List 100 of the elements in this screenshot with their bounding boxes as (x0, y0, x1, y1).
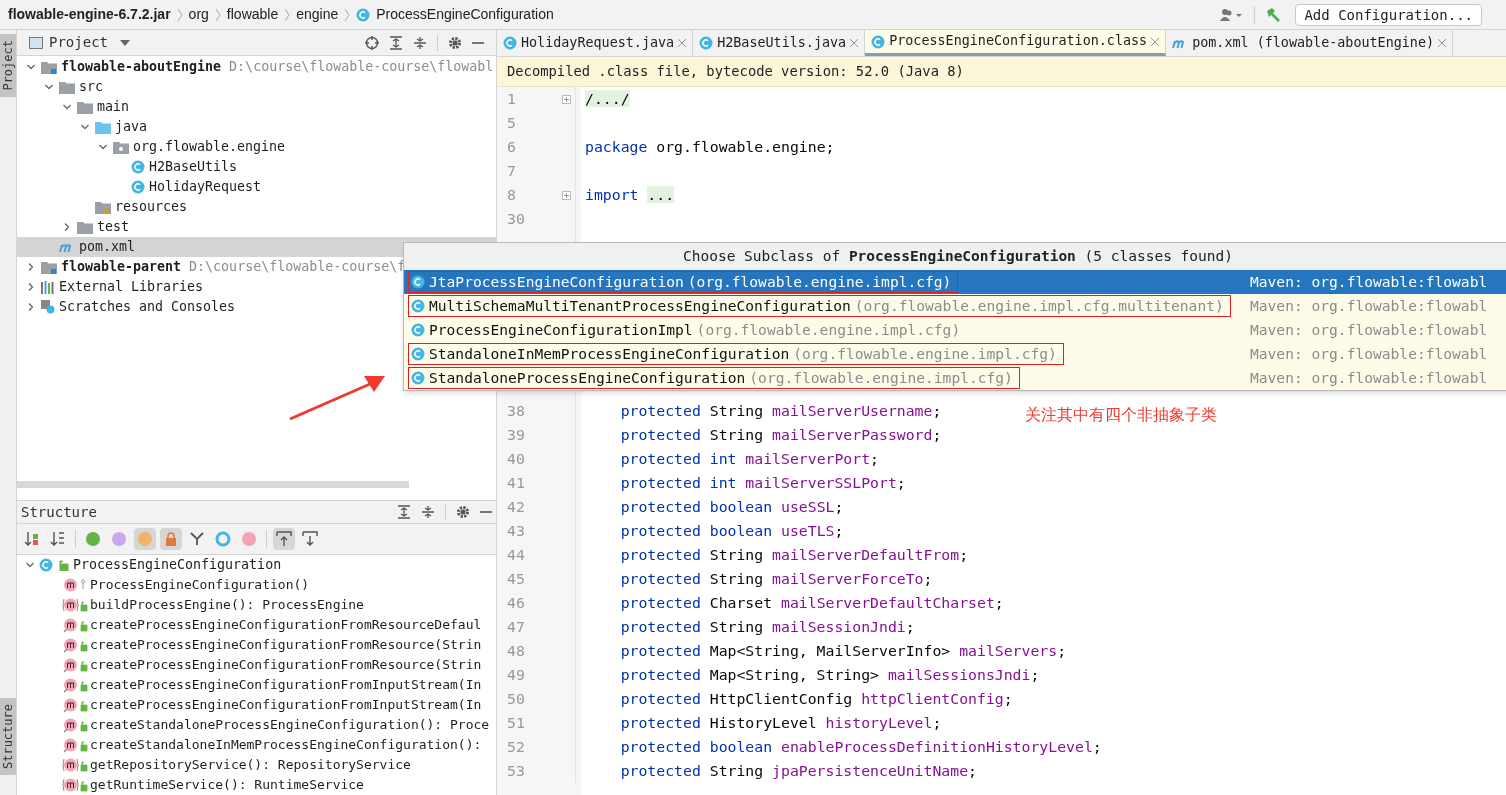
line-number: 47 (506, 616, 526, 637)
breadcrumb-item[interactable]: flowable (226, 4, 279, 25)
structure-member[interactable]: createProcessEngineConfigurationFromResourceDefaul (90, 615, 482, 635)
dropdown-caret-icon[interactable] (120, 39, 130, 46)
structure-member[interactable]: buildProcessEngine(): ProcessEngine (90, 595, 364, 615)
line-number: 7 (506, 160, 517, 181)
tree-item-label[interactable]: test (97, 217, 130, 237)
line-number: 43 (506, 520, 526, 541)
tree-item-label[interactable]: org.flowable.engine (133, 137, 286, 157)
class-icon (699, 36, 714, 50)
autoscroll-to-source-icon[interactable] (273, 528, 295, 550)
module-path: D:\course\flowable-course\flowabl (229, 58, 494, 77)
side-tab[interactable]: Structure (0, 697, 16, 775)
tree-item-label[interactable]: flowable-aboutEngine (61, 57, 222, 77)
tree-item-label[interactable]: src (79, 77, 104, 97)
abstract-method-icon (62, 757, 88, 773)
chevron-right-icon[interactable] (62, 222, 72, 232)
tree-item-label[interactable]: main (97, 97, 130, 117)
line-number: 8 (506, 184, 517, 205)
code-line: import ... (585, 184, 675, 205)
structure-member[interactable]: createProcessEngineConfigurationFromInputStream(In (90, 675, 482, 695)
chevron-down-icon[interactable] (44, 82, 54, 92)
structure-member[interactable]: ProcessEngineConfiguration() (90, 575, 310, 595)
chevron-right-icon[interactable] (26, 282, 36, 292)
chevron-down-icon[interactable] (26, 62, 36, 72)
chevron-right-icon[interactable] (26, 302, 36, 312)
breadcrumb-item[interactable]: engine (296, 4, 339, 25)
chevron-down-icon[interactable] (62, 102, 72, 112)
close-icon[interactable] (678, 39, 687, 47)
panel-icon (29, 36, 43, 49)
panel-title[interactable]: Project (49, 32, 108, 53)
tree-item-label[interactable]: java (115, 117, 148, 137)
line-number: 41 (506, 472, 526, 493)
close-icon[interactable] (1438, 39, 1447, 47)
editor-tab[interactable]: HolidayRequest.java (497, 30, 694, 56)
chevron-right-icon[interactable] (26, 262, 36, 272)
class-icon (356, 7, 371, 22)
tree-item-label[interactable]: H2BaseUtils (149, 157, 238, 177)
chevron-down-icon[interactable] (80, 122, 90, 132)
breadcrumb-item[interactable]: org (188, 4, 209, 25)
structure-member[interactable]: createProcessEngineConfigurationFromResource(Strin (90, 655, 482, 675)
tree-item-label[interactable]: HolidayRequest (149, 177, 262, 197)
breadcrumb-item[interactable]: flowable-engine-6.7.2.jar (8, 4, 171, 25)
breadcrumb-separator-icon (284, 7, 291, 22)
user-icon[interactable] (1220, 7, 1245, 22)
tree-item-label[interactable]: resources (115, 197, 188, 217)
line-number: 38 (506, 400, 526, 421)
fold-icon[interactable] (562, 190, 571, 200)
chevron-down-icon[interactable] (98, 142, 108, 152)
add-configuration-button[interactable]: Add Configuration... (1295, 3, 1482, 26)
structure-member[interactable]: getRuntimeService(): RuntimeService (90, 775, 364, 795)
tree-item-label[interactable]: External Libraries (59, 277, 204, 297)
module-folder-icon (41, 60, 57, 74)
collapse-all-icon[interactable] (421, 505, 435, 519)
subclass-item[interactable]: ProcessEngineConfigurationImpl (org.flowable.engine.impl.cfg) Maven: org.flowable:flowabl (404, 318, 1506, 342)
collapse-all-icon[interactable] (413, 35, 427, 50)
class-icon (39, 558, 53, 572)
package-icon (113, 140, 129, 154)
editor-tab[interactable]: pom.xml (flowable-aboutEngine) (1166, 30, 1454, 56)
close-icon[interactable] (1151, 37, 1160, 46)
class-name[interactable]: ProcessEngineConfiguration (73, 555, 282, 575)
subclass-item[interactable]: JtaProcessEngineConfiguration (org.flowable.engine.impl.cfg) Maven: org.flowable:flowabl (404, 270, 1506, 294)
tree-item-label[interactable]: flowable-parent (61, 257, 182, 277)
structure-member[interactable]: createStandaloneProcessEngineConfiguration(): Proce (90, 715, 490, 735)
close-icon[interactable] (850, 39, 859, 47)
horizontal-scrollbar[interactable] (17, 480, 409, 488)
resources-folder-icon (95, 200, 111, 214)
code-line: protected HttpClientConfig httpClientConfig; (619, 688, 1013, 709)
expand-all-icon[interactable] (397, 505, 411, 519)
locate-icon[interactable] (365, 35, 379, 50)
code-line: protected HistoryLevel historyLevel; (619, 712, 942, 733)
line-number: 49 (506, 664, 526, 685)
structure-member[interactable]: createProcessEngineConfigurationFromResource(Strin (90, 635, 482, 655)
hammer-icon[interactable] (1265, 6, 1282, 23)
settings-icon[interactable] (456, 505, 470, 519)
code-line: protected boolean enableProcessDefinitionHistoryLevel; (619, 736, 1102, 757)
tree-item-label[interactable]: pom.xml (79, 237, 136, 257)
side-tab[interactable]: Project (0, 34, 16, 97)
breadcrumb-separator-icon (344, 7, 351, 22)
code-line: protected String mailServerDefaultFrom; (619, 544, 969, 565)
structure-member[interactable]: createProcessEngineConfigurationFromInputStream(In (90, 695, 482, 715)
breadcrumb-item[interactable]: ProcessEngineConfiguration (376, 4, 554, 25)
breadcrumb-separator-icon (176, 7, 183, 22)
static-method-icon (62, 637, 88, 653)
code-line: protected String mailSessionJndi; (619, 616, 915, 637)
line-number: 42 (506, 496, 526, 517)
static-method-icon (62, 657, 88, 673)
class-icon (131, 160, 145, 174)
line-number: 6 (506, 136, 517, 157)
chevron-down-icon[interactable] (25, 560, 35, 570)
structure-member[interactable]: createStandaloneInMemProcessEngineConfiguration(): (90, 735, 482, 755)
line-number: 50 (506, 688, 526, 709)
tree-item-label[interactable]: Scratches and Consoles (59, 297, 236, 317)
fold-icon[interactable] (562, 94, 571, 104)
editor-tab[interactable]: ProcessEngineConfiguration.class (865, 30, 1167, 56)
structure-member[interactable]: getRepositoryService(): RepositoryService (90, 755, 411, 775)
panel-title[interactable]: Structure (21, 501, 97, 523)
settings-icon[interactable] (448, 35, 462, 50)
expand-all-icon[interactable] (389, 35, 403, 50)
annotation-note: 关注其中有四个非抽象子类 (1025, 404, 1217, 426)
